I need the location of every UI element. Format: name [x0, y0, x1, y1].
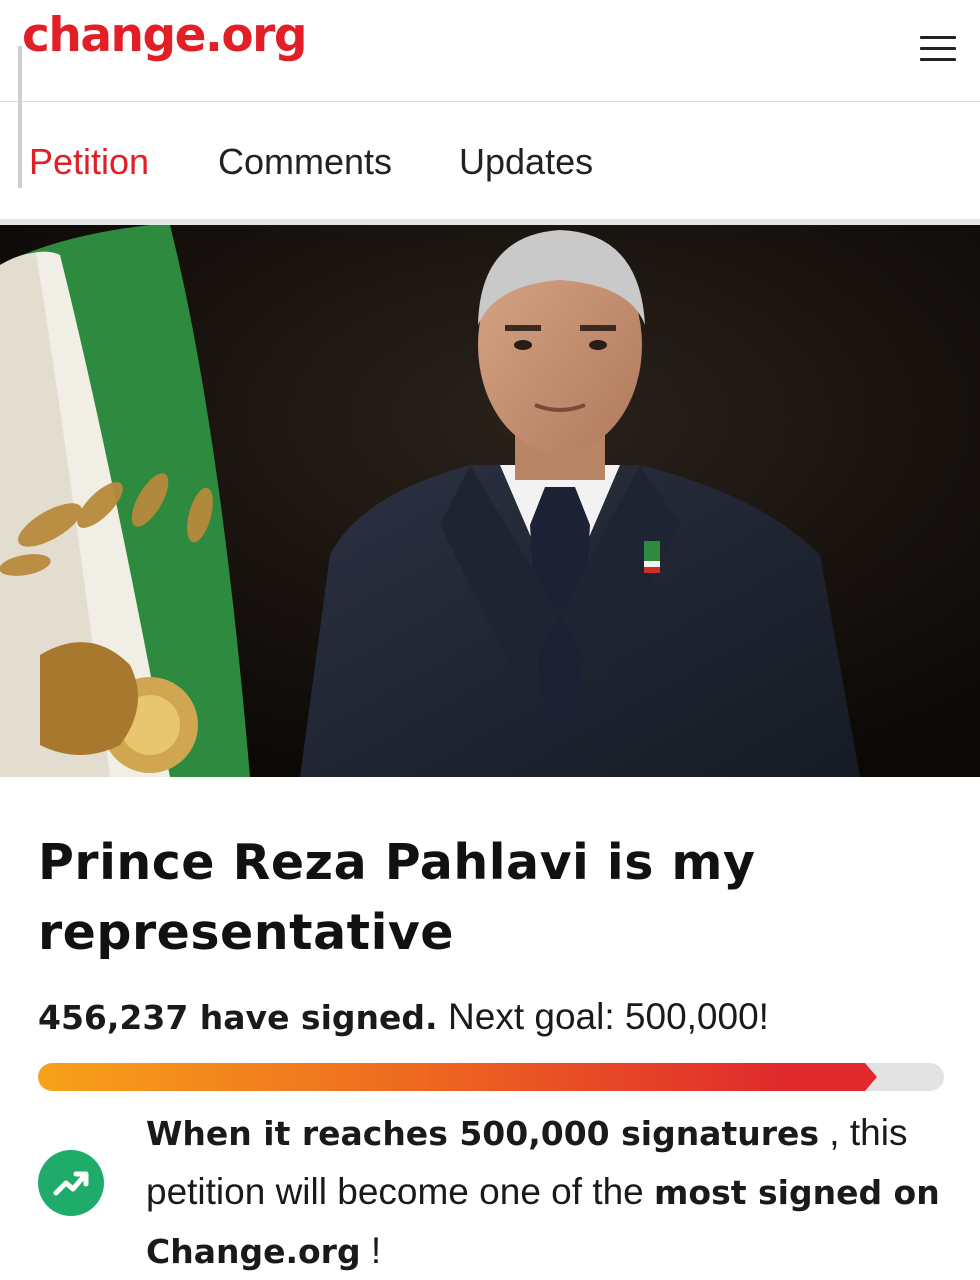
site-header: change.org — [0, 0, 980, 102]
milestone-bold-goal: When it reaches 500,000 signatures — [146, 1114, 820, 1153]
signature-summary: 456,237 have signed. Next goal: 500,000! — [38, 996, 769, 1038]
petition-hero-image — [0, 225, 980, 777]
hamburger-menu-icon[interactable] — [918, 34, 958, 64]
tab-updates[interactable]: Updates — [459, 141, 593, 183]
signature-count: 456,237 have signed. — [38, 998, 438, 1037]
tab-petition[interactable]: Petition — [29, 141, 149, 183]
petition-title: Prince Reza Pahlavi is my representative — [38, 834, 756, 961]
petition-tabs: Petition Comments Updates — [0, 103, 980, 224]
change-org-logo[interactable]: change.org — [22, 8, 307, 64]
tab-comments[interactable]: Comments — [218, 141, 392, 183]
next-goal: Next goal: 500,000! — [448, 996, 769, 1037]
portrait-illustration — [0, 225, 980, 777]
signature-progress-fill — [38, 1063, 877, 1091]
trending-up-icon — [38, 1150, 104, 1216]
signature-progress-bar — [38, 1063, 944, 1091]
milestone-exclaim: ! — [360, 1230, 382, 1271]
milestone-message: When it reaches 500,000 signatures , thi… — [146, 1104, 956, 1280]
